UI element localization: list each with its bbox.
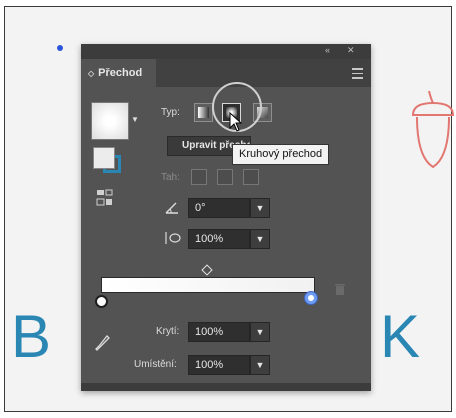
- panel-tab-row: ◇ Přechod: [81, 59, 371, 87]
- gradient-midpoint-handle[interactable]: [201, 264, 213, 276]
- aspect-ratio-input[interactable]: 100%: [188, 229, 250, 249]
- canvas-letter-k: K: [380, 303, 421, 370]
- eyedropper-icon[interactable]: [95, 334, 111, 352]
- linear-gradient-button[interactable]: [194, 103, 213, 122]
- tab-gradient[interactable]: ◇ Přechod: [81, 59, 156, 87]
- angle-icon: [165, 202, 178, 214]
- opacity-label: Krytí:: [156, 326, 180, 337]
- stroke-along-button: [217, 169, 233, 185]
- aspect-ratio-icon: [165, 232, 181, 244]
- panel-bottom-bar: [81, 383, 371, 391]
- gradient-panel: « ✕ ◇ Přechod ▼ Typ: Upravit přechod Kru…: [81, 44, 371, 391]
- trash-icon: [335, 284, 345, 295]
- acorn-illustration: [411, 90, 455, 169]
- close-button[interactable]: ✕: [347, 45, 355, 56]
- opacity-input[interactable]: 100%: [188, 322, 250, 342]
- tooltip: Kruhový přechod: [232, 144, 330, 165]
- location-label: Umístění:: [134, 359, 177, 370]
- collapse-button[interactable]: «: [325, 45, 330, 55]
- canvas-letter-b: B: [11, 303, 52, 370]
- gradient-preview-swatch[interactable]: [91, 102, 129, 140]
- tab-gradient-label: Přechod: [98, 67, 143, 79]
- panel-menu-icon[interactable]: [352, 68, 363, 82]
- angle-input[interactable]: 0°: [188, 198, 250, 218]
- aspect-ratio-dropdown[interactable]: ▼: [250, 229, 270, 249]
- swatch-dropdown-icon[interactable]: ▼: [131, 115, 139, 124]
- panel-titlebar[interactable]: « ✕: [81, 44, 371, 59]
- canvas-dot: [57, 45, 63, 51]
- stroke-across-button: [243, 169, 259, 185]
- tab-chevron-icon: ◇: [88, 68, 95, 78]
- type-label: Typ:: [161, 107, 180, 118]
- stroke-within-button: [191, 169, 207, 185]
- opacity-dropdown[interactable]: ▼: [250, 322, 270, 342]
- gradient-stop-right[interactable]: [305, 292, 317, 304]
- location-dropdown[interactable]: ▼: [250, 355, 270, 375]
- gradient-slider[interactable]: [101, 277, 315, 293]
- angle-dropdown[interactable]: ▼: [250, 198, 270, 218]
- fill-swatch[interactable]: [93, 147, 115, 169]
- reverse-gradient-icon[interactable]: [96, 189, 114, 207]
- mouse-pointer-icon: [229, 112, 243, 132]
- gradient-stop-left[interactable]: [95, 295, 108, 308]
- location-input[interactable]: 100%: [188, 355, 250, 375]
- stroke-label: Tah:: [161, 172, 180, 183]
